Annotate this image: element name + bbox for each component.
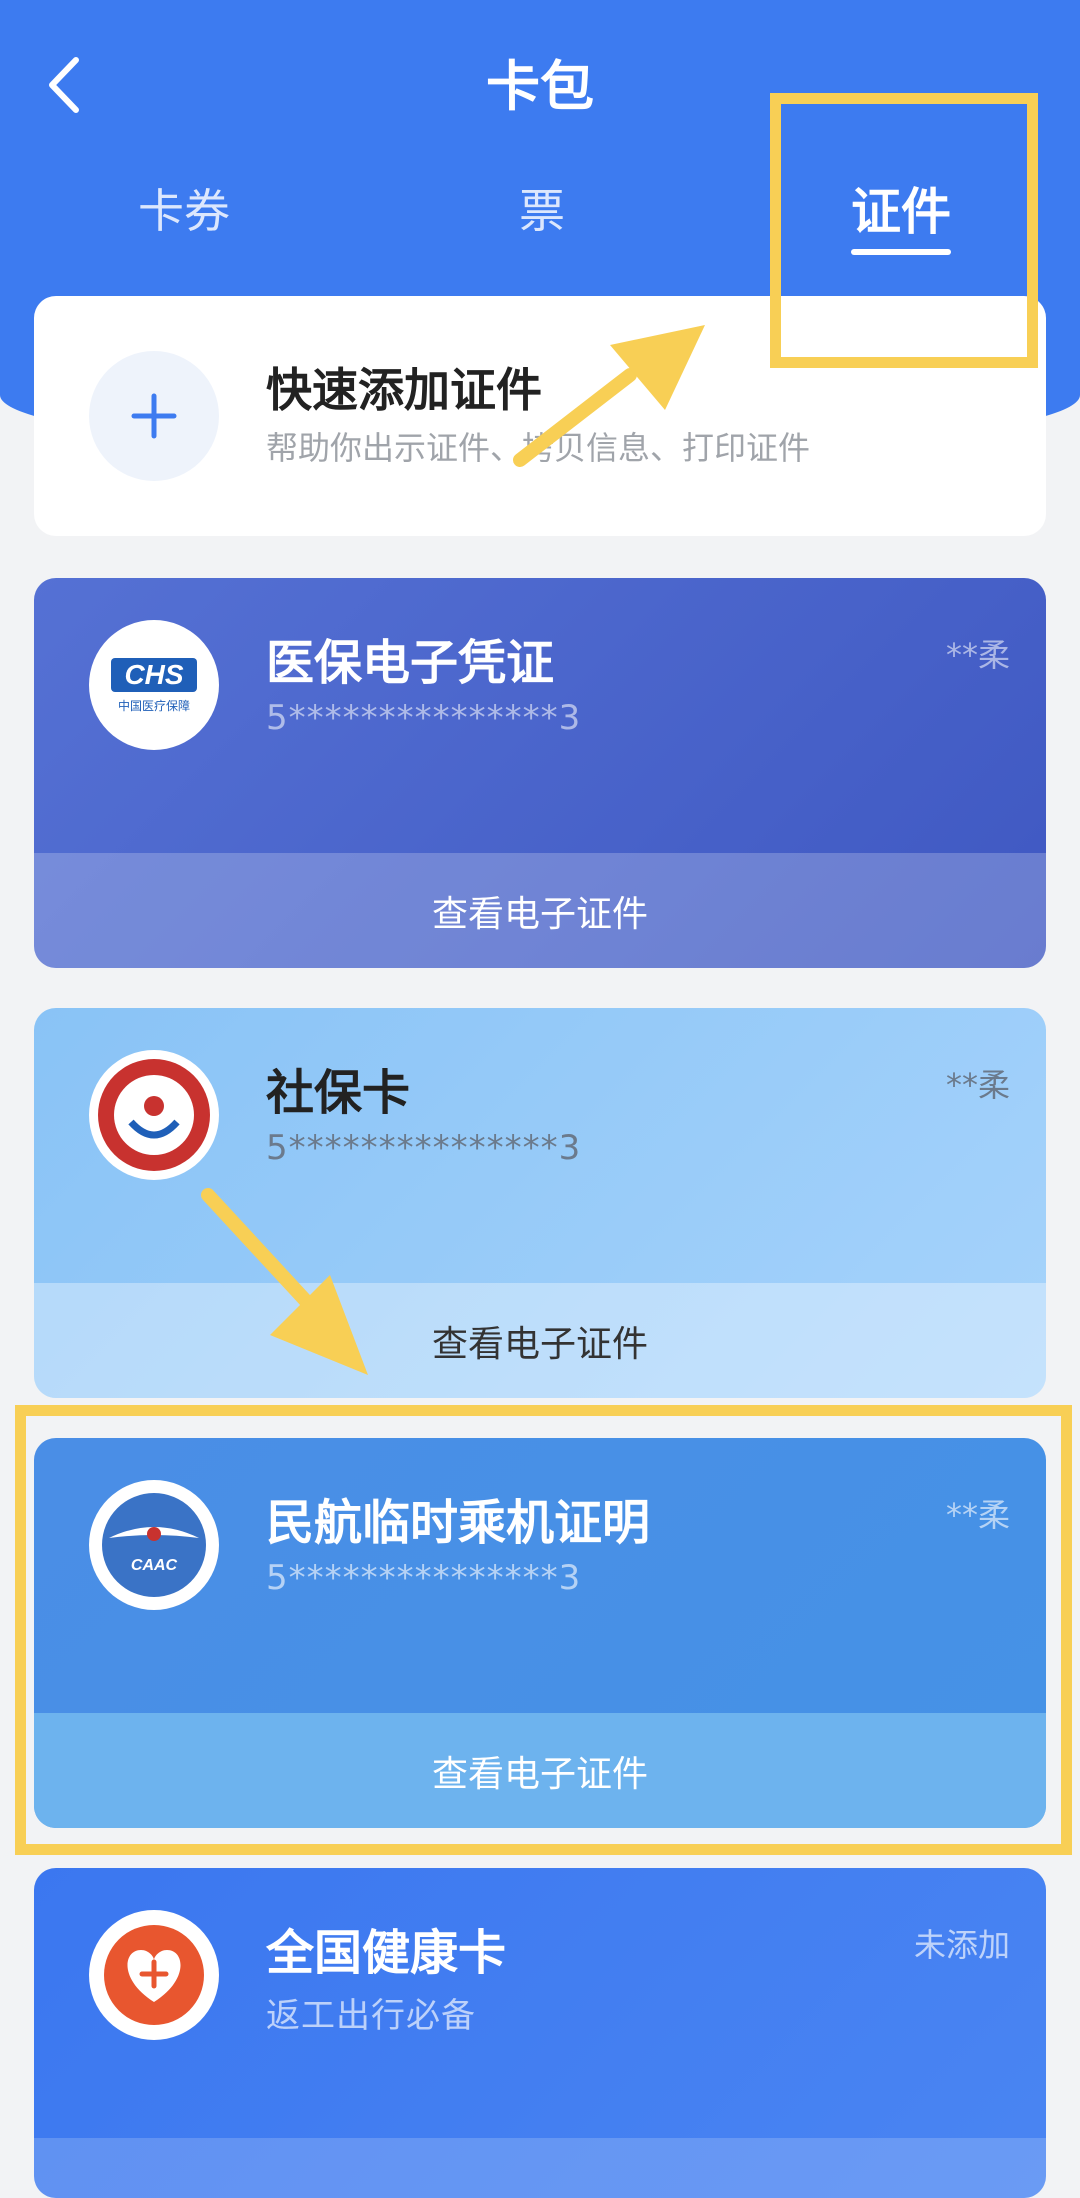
health-card[interactable]: 全国健康卡 返工出行必备 未添加 xyxy=(34,1868,1046,2198)
card-status: 未添加 xyxy=(913,1926,1010,1964)
svg-text:中国医疗保障: 中国医疗保障 xyxy=(118,698,190,713)
card-footer-strip xyxy=(34,2138,1046,2198)
medical-insurance-card[interactable]: CHS 中国医疗保障 医保电子凭证 5***************3 **柔 … xyxy=(34,578,1046,968)
heart-plus-icon xyxy=(89,1910,219,2040)
card-number: 5***************3 xyxy=(266,1128,582,1168)
card-subtitle: 返工出行必备 xyxy=(266,1996,476,2036)
tab-tickets[interactable]: 票 xyxy=(519,175,565,241)
card-holder: **柔 xyxy=(945,1066,1010,1104)
card-name: 全国健康卡 xyxy=(266,1925,507,1981)
card-name: 社保卡 xyxy=(266,1065,411,1121)
card-name: 医保电子凭证 xyxy=(266,635,555,691)
tab-highlight-box xyxy=(770,93,1038,368)
view-certificate-button[interactable]: 查看电子证件 xyxy=(34,853,1046,968)
svg-text:CHS: CHS xyxy=(124,659,183,690)
card-highlight-box xyxy=(15,1405,1072,1855)
social-security-card[interactable]: 社保卡 5***************3 **柔 查看电子证件 xyxy=(34,1008,1046,1398)
view-certificate-button[interactable]: 查看电子证件 xyxy=(34,1283,1046,1398)
add-icon xyxy=(89,351,219,481)
card-holder: **柔 xyxy=(945,636,1010,674)
quick-add-subtitle: 帮助你出示证件、拷贝信息、打印证件 xyxy=(266,429,811,467)
chs-logo-icon: CHS 中国医疗保障 xyxy=(89,620,219,750)
card-number: 5***************3 xyxy=(266,698,582,738)
social-security-logo-icon xyxy=(89,1050,219,1180)
quick-add-title: 快速添加证件 xyxy=(266,363,542,417)
tab-coupons[interactable]: 卡券 xyxy=(138,175,230,241)
